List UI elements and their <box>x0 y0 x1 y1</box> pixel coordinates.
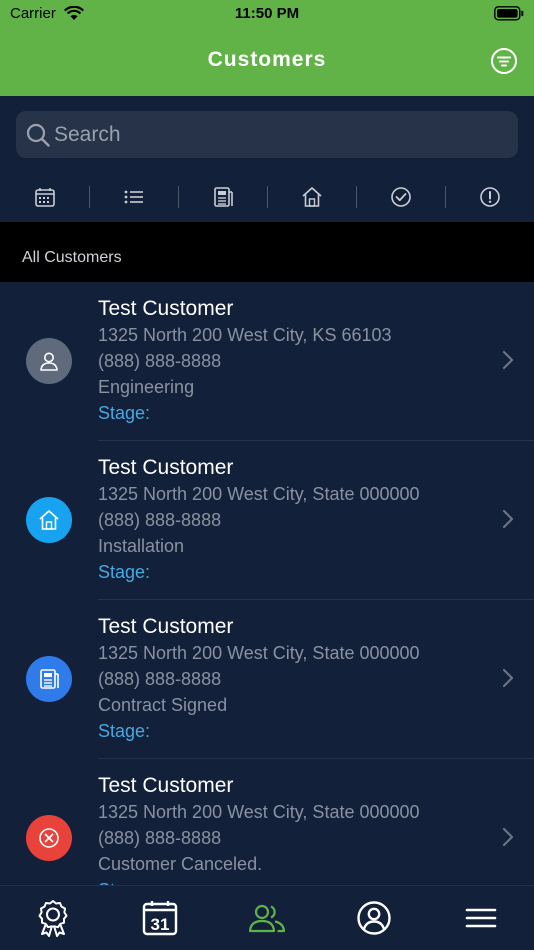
customer-name: Test Customer <box>98 297 234 320</box>
filter-tab-home[interactable] <box>267 172 356 222</box>
chevron-right-icon <box>502 668 514 693</box>
customer-phone: (888) 888-8888 <box>98 510 222 530</box>
home-icon <box>39 510 59 530</box>
search-bar <box>0 96 534 172</box>
customer-list: Test Customer 1325 North 200 West City, … <box>0 282 534 885</box>
tab-profile[interactable] <box>320 886 427 950</box>
award-icon <box>38 900 68 937</box>
home-icon <box>301 187 322 207</box>
customer-row[interactable]: Test Customer 1325 North 200 West City, … <box>0 600 534 759</box>
customer-phone: (888) 888-8888 <box>98 669 222 689</box>
cancel-icon <box>39 828 59 848</box>
customer-row[interactable]: Test Customer 1325 North 200 West City, … <box>0 759 534 885</box>
check-circle-icon <box>390 187 411 207</box>
tab-menu[interactable] <box>427 886 534 950</box>
filter-tab-list[interactable] <box>89 172 178 222</box>
search-box[interactable] <box>16 111 518 158</box>
customer-avatar <box>26 497 72 543</box>
chevron-right-icon <box>502 350 514 375</box>
customer-name: Test Customer <box>98 456 234 479</box>
calendar-icon: 31 <box>142 901 178 936</box>
customer-status: Contract Signed <box>98 695 228 715</box>
customer-status: Engineering <box>98 377 195 397</box>
calendar-day-label: 31 <box>151 915 170 934</box>
calendar-icon <box>34 188 55 207</box>
contract-icon <box>40 669 59 689</box>
filter-tab-completed[interactable] <box>356 172 445 222</box>
customer-details: Test Customer 1325 North 200 West City, … <box>98 773 420 885</box>
filter-strip <box>0 172 534 222</box>
people-icon <box>248 904 286 933</box>
customer-address: 1325 North 200 West City, State 000000 <box>98 484 420 504</box>
tab-calendar[interactable]: 31 <box>107 886 214 950</box>
section-header: All Customers <box>0 222 534 282</box>
customer-row[interactable]: Test Customer 1325 North 200 West City, … <box>0 441 534 600</box>
customer-stage: Stage: <box>98 721 151 741</box>
customer-status: Installation <box>98 536 185 556</box>
customer-status: Customer Canceled. <box>98 854 263 874</box>
customer-name: Test Customer <box>98 774 234 797</box>
tab-bar: 31 <box>0 885 534 950</box>
tab-customers[interactable] <box>214 886 321 950</box>
customer-name: Test Customer <box>98 615 234 638</box>
chevron-right-icon <box>502 509 514 534</box>
battery-icon <box>494 6 524 25</box>
contract-icon <box>213 187 233 207</box>
chevron-right-icon <box>502 827 514 852</box>
customer-address: 1325 North 200 West City, KS 66103 <box>98 325 392 345</box>
page-title: Customers <box>207 48 327 71</box>
customer-details: Test Customer 1325 North 200 West City, … <box>98 614 420 744</box>
customer-stage: Stage: <box>98 877 420 885</box>
customer-avatar <box>26 815 72 861</box>
search-icon <box>26 123 50 152</box>
nav-header: Customers <box>0 30 534 96</box>
customer-avatar <box>26 338 72 384</box>
profile-icon <box>357 901 391 935</box>
customer-stage: Stage: <box>98 403 151 423</box>
customer-row[interactable]: Test Customer 1325 North 200 West City, … <box>0 282 534 441</box>
filter-tab-alert[interactable] <box>445 172 534 222</box>
person-icon <box>40 352 58 371</box>
filter-icon <box>491 48 517 74</box>
list-icon <box>124 190 143 204</box>
customer-avatar <box>26 656 72 702</box>
status-bar: Carrier 11:50 PM <box>0 0 534 30</box>
customer-phone: (888) 888-8888 <box>98 828 222 848</box>
customer-details: Test Customer 1325 North 200 West City, … <box>98 455 420 585</box>
menu-icon <box>465 908 496 928</box>
filter-tab-calendar[interactable] <box>0 172 89 222</box>
status-time: 11:50 PM <box>234 5 300 22</box>
filter-tab-contract[interactable] <box>178 172 267 222</box>
alert-circle-icon <box>479 187 500 207</box>
section-title: All Customers <box>22 249 122 266</box>
customer-address: 1325 North 200 West City, State 000000 <box>98 643 420 663</box>
tab-awards[interactable] <box>0 886 107 950</box>
filter-button[interactable] <box>490 47 518 75</box>
customer-phone: (888) 888-8888 <box>98 351 222 371</box>
customer-details: Test Customer 1325 North 200 West City, … <box>98 296 392 426</box>
search-input[interactable] <box>54 111 494 158</box>
customer-stage: Stage: <box>98 562 151 582</box>
customer-address: 1325 North 200 West City, State 000000 <box>98 802 420 822</box>
